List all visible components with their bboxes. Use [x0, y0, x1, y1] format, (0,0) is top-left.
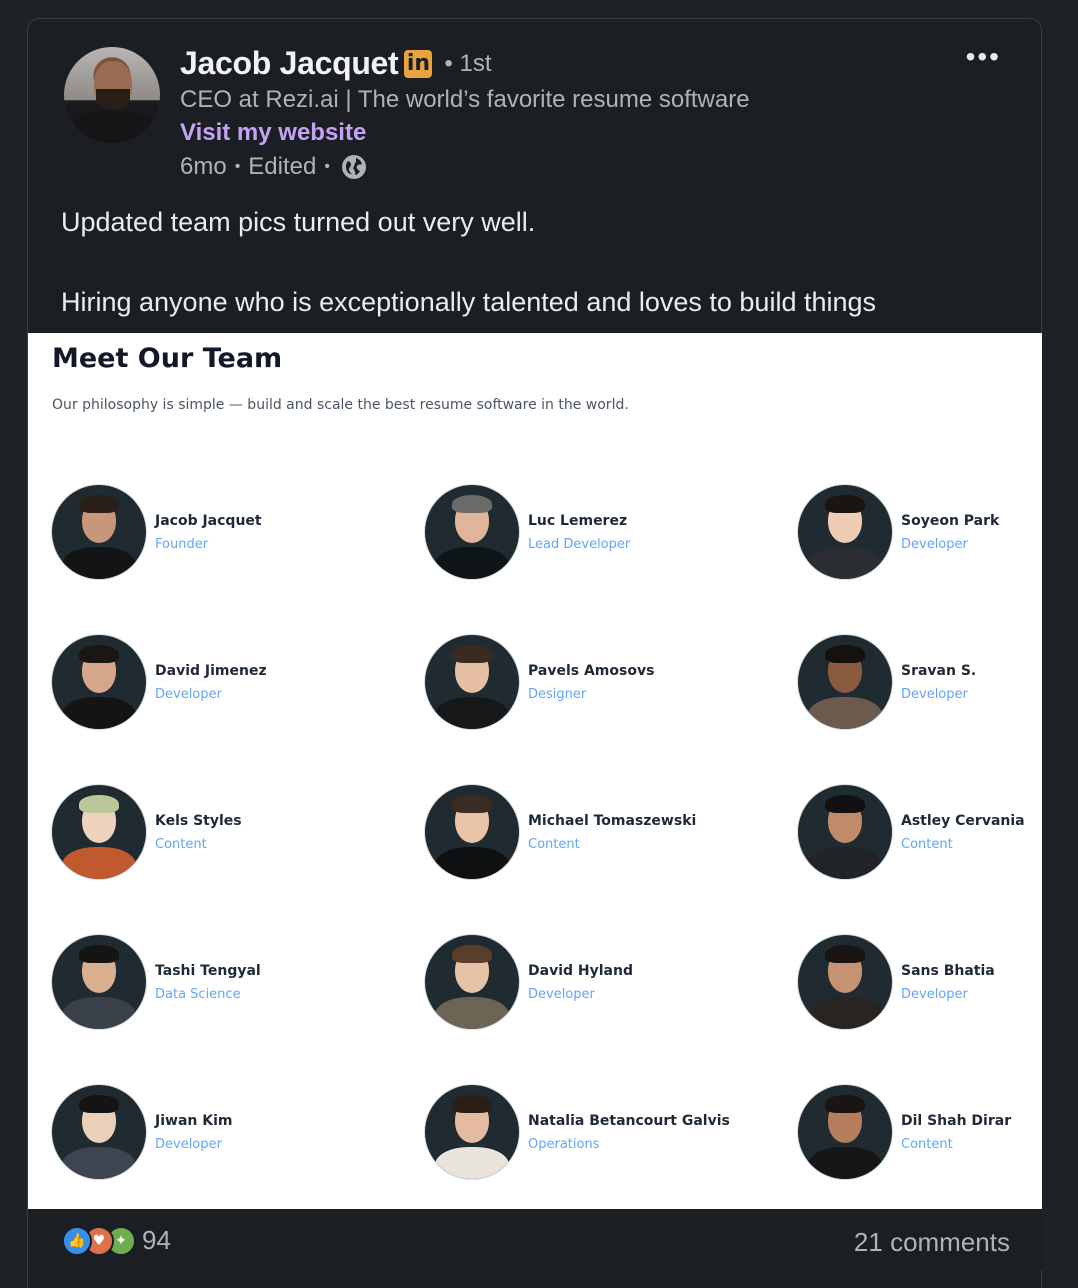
member-name: Luc Lemerez — [528, 513, 628, 529]
linkedin-icon: in — [404, 49, 433, 78]
team-member: Astley Cervania Content — [798, 785, 1042, 881]
comments-count[interactable]: 21 comments — [854, 1227, 1010, 1258]
team-member: Sravan S. Developer — [798, 635, 1042, 731]
member-role: Developer — [901, 537, 968, 552]
post-text-line: Updated team pics turned out very well. — [61, 207, 536, 237]
member-role: Content — [155, 837, 207, 852]
reaction-count: 94 — [142, 1225, 171, 1255]
member-role: Developer — [901, 687, 968, 702]
team-member: Dil Shah Dirar Content — [798, 1085, 1042, 1181]
member-name: David Jimenez — [155, 663, 267, 679]
member-photo — [425, 635, 519, 729]
member-name: Sans Bhatia — [901, 963, 995, 979]
post-image[interactable]: Meet Our Team Our philosophy is simple —… — [28, 333, 1042, 1209]
member-photo — [798, 485, 892, 579]
post-time: 6mo — [180, 153, 227, 180]
member-photo — [798, 1085, 892, 1179]
member-name: Natalia Betancourt Galvis — [528, 1113, 730, 1129]
team-member: Pavels Amosovs Designer — [425, 635, 755, 731]
member-photo — [52, 485, 146, 579]
team-member: Soyeon Park Developer — [798, 485, 1042, 581]
team-member: Natalia Betancourt Galvis Operations — [425, 1085, 755, 1181]
post-text-line: Hiring anyone who is exceptionally talen… — [61, 287, 877, 317]
team-member: David Hyland Developer — [425, 935, 755, 1031]
member-name: Sravan S. — [901, 663, 977, 679]
member-role: Founder — [155, 537, 209, 552]
post-footer: 👍 ♥ ✦ 94 21 comments — [28, 1209, 1042, 1270]
member-photo — [52, 935, 146, 1029]
member-role: Content — [528, 837, 580, 852]
post-body: Updated team pics turned out very well. … — [61, 203, 876, 321]
team-title: Meet Our Team — [52, 343, 283, 374]
author-name[interactable]: Jacob Jacquet — [180, 45, 399, 82]
member-name: Tashi Tengyal — [155, 963, 261, 979]
author-name-row: Jacob Jacquet in • 1st — [180, 45, 492, 82]
team-member: Sans Bhatia Developer — [798, 935, 1042, 1031]
team-member: Jiwan Kim Developer — [52, 1085, 382, 1181]
website-link[interactable]: Visit my website — [180, 119, 366, 147]
member-role: Content — [901, 1137, 953, 1152]
globe-icon — [341, 155, 366, 179]
member-name: Soyeon Park — [901, 513, 1000, 529]
member-photo — [425, 785, 519, 879]
member-name: David Hyland — [528, 963, 633, 979]
team-member: David Jimenez Developer — [52, 635, 382, 731]
member-role: Content — [901, 837, 953, 852]
team-member: Luc Lemerez Lead Developer — [425, 485, 755, 581]
member-role: Developer — [528, 987, 595, 1002]
member-name: Dil Shah Dirar — [901, 1113, 1012, 1129]
member-role: Data Science — [155, 987, 241, 1002]
member-photo — [798, 635, 892, 729]
member-role: Developer — [901, 987, 968, 1002]
team-member: Michael Tomaszewski Content — [425, 785, 755, 881]
member-role: Lead Developer — [528, 537, 631, 552]
connection-degree: • 1st — [444, 49, 492, 77]
meta-separator: • — [324, 158, 330, 175]
member-name: Michael Tomaszewski — [528, 813, 697, 829]
member-photo — [425, 1085, 519, 1179]
team-member: Tashi Tengyal Data Science — [52, 935, 382, 1031]
member-role: Developer — [155, 687, 222, 702]
author-headline: CEO at Rezi.ai | The world’s favorite re… — [180, 86, 750, 113]
member-name: Jacob Jacquet — [155, 513, 262, 529]
team-subtitle: Our philosophy is simple — build and sca… — [52, 397, 629, 413]
like-icon: 👍 — [62, 1225, 92, 1256]
more-options-button[interactable]: ••• — [966, 43, 1001, 71]
member-role: Designer — [528, 687, 587, 702]
meta-separator: • — [234, 158, 241, 175]
team-member: Kels Styles Content — [52, 785, 382, 881]
member-photo — [52, 785, 146, 879]
member-photo — [798, 785, 892, 879]
member-photo — [425, 935, 519, 1029]
member-name: Kels Styles — [155, 813, 242, 829]
team-member: Jacob Jacquet Founder — [52, 485, 382, 581]
member-role: Operations — [528, 1137, 600, 1152]
member-photo — [52, 1085, 146, 1179]
member-name: Astley Cervania — [901, 813, 1025, 829]
post-meta: 6mo • Edited • — [180, 153, 368, 181]
edited-label: Edited — [248, 153, 317, 180]
member-photo — [425, 485, 519, 579]
author-avatar[interactable] — [64, 47, 160, 143]
member-name: Jiwan Kim — [155, 1113, 233, 1129]
member-photo — [52, 635, 146, 729]
member-name: Pavels Amosovs — [528, 663, 655, 679]
member-photo — [798, 935, 892, 1029]
reactions-summary[interactable]: 👍 ♥ ✦ 94 — [62, 1225, 171, 1256]
member-role: Developer — [155, 1137, 222, 1152]
